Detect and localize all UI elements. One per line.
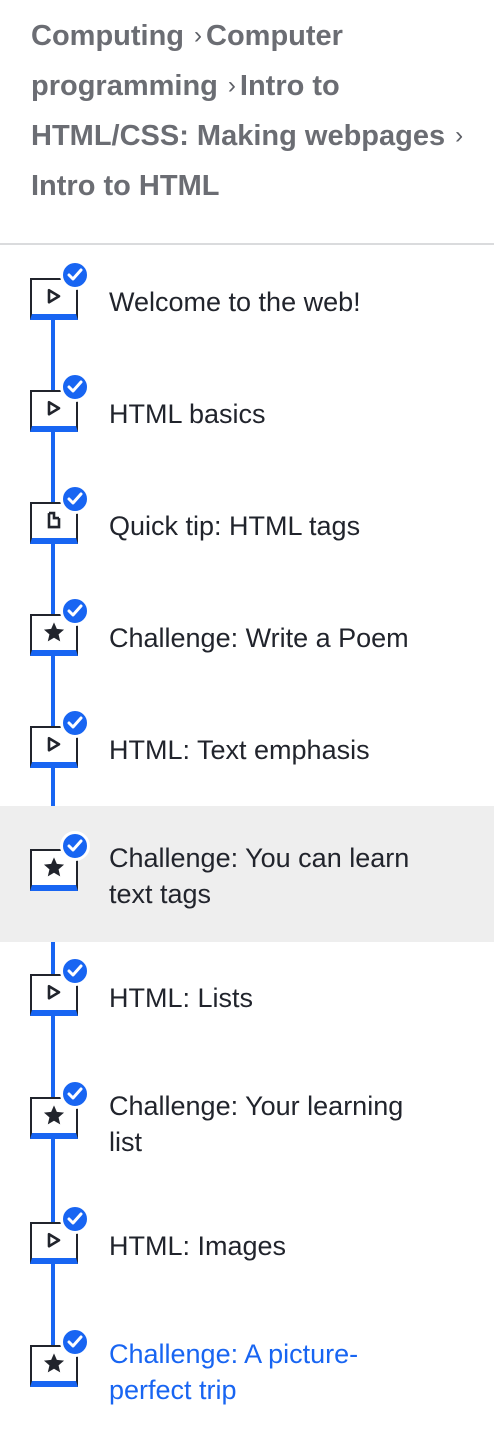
star-glyph: [43, 1353, 65, 1373]
star-glyph: [43, 622, 65, 642]
breadcrumb-separator: ›: [227, 72, 236, 99]
checkmark-icon: [60, 1079, 90, 1109]
lesson-label: Challenge: A picture-perfect trip: [109, 1339, 359, 1405]
checkmark-icon: [60, 956, 90, 986]
lesson-item[interactable]: Challenge: Your learning list: [0, 1054, 494, 1166]
lesson-item[interactable]: Challenge: A picture-perfect trip: [0, 1302, 494, 1414]
document-glyph: [47, 511, 61, 529]
lesson-item[interactable]: Challenge: Write a Poem: [0, 582, 494, 694]
checkmark-icon: [60, 596, 90, 626]
lesson-label: Challenge: Write a Poem: [109, 623, 409, 653]
lesson-item[interactable]: HTML: Images: [0, 1190, 494, 1302]
lesson-item[interactable]: Welcome to the web!: [0, 246, 494, 358]
checkmark-icon: [60, 1327, 90, 1357]
checkmark-icon: [60, 831, 90, 861]
breadcrumb-intro-to-html[interactable]: Intro to HTML: [31, 170, 219, 202]
play-glyph: [47, 1232, 61, 1248]
lesson-label: Challenge: Your learning list: [109, 1091, 404, 1157]
play-glyph: [47, 984, 61, 1000]
lesson-label: HTML basics: [109, 399, 266, 429]
lesson-item[interactable]: HTML basics: [0, 358, 494, 470]
breadcrumb: Computing › Computer programming › Intro to …: [31, 12, 471, 210]
lesson-item[interactable]: HTML: Lists: [0, 942, 494, 1054]
lesson-label: Quick tip: HTML tags: [109, 511, 361, 541]
breadcrumb-computing[interactable]: Computing: [31, 20, 184, 52]
breadcrumb-separator: ›: [194, 22, 203, 49]
lesson-label: Welcome to the web!: [109, 287, 361, 317]
lesson-item[interactable]: HTML: Text emphasis: [0, 694, 494, 806]
lesson-label: HTML: Text emphasis: [109, 735, 370, 765]
breadcrumb-separator: ›: [455, 122, 464, 149]
checkmark-icon: [60, 484, 90, 514]
checkmark-icon: [60, 1204, 90, 1234]
play-glyph: [47, 736, 61, 752]
divider: [0, 243, 494, 245]
lesson-item[interactable]: Challenge: You can learn text tags: [0, 806, 494, 942]
checkmark-icon: [60, 372, 90, 402]
checkmark-icon: [60, 260, 90, 290]
play-glyph: [47, 400, 61, 416]
star-glyph: [43, 1105, 65, 1125]
lesson-label: HTML: Images: [109, 1231, 287, 1261]
checkmark-icon: [60, 708, 90, 738]
lesson-item[interactable]: Quick tip: HTML tags: [0, 470, 494, 582]
star-glyph: [43, 857, 65, 877]
play-glyph: [47, 288, 61, 304]
lesson-label: Challenge: You can learn text tags: [109, 843, 410, 909]
lesson-label: HTML: Lists: [109, 983, 254, 1013]
